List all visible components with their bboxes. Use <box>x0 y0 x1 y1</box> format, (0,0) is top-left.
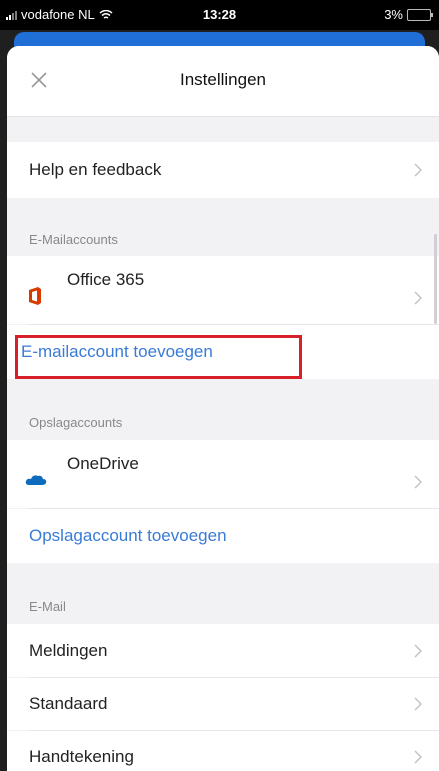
chevron-right-icon <box>414 291 423 305</box>
add-storage-account-label: Opslagaccount toevoegen <box>29 526 227 545</box>
section-header-storage-accounts: Opslagaccounts <box>29 415 123 430</box>
clock: 13:28 <box>202 7 237 22</box>
office365-account-row[interactable]: Office 365 <box>7 256 439 324</box>
default-row[interactable]: Standaard <box>7 678 439 730</box>
battery-percentage: 3% <box>384 7 403 22</box>
navigation-bar: Instellingen <box>7 46 439 117</box>
signature-row[interactable]: Handtekening <box>7 731 439 771</box>
settings-sheet: Instellingen Help en feedback E-Mailacco… <box>7 46 439 771</box>
battery-icon <box>407 8 433 21</box>
chevron-right-icon <box>414 643 423 658</box>
chevron-right-icon <box>414 750 423 764</box>
notifications-row[interactable]: Meldingen <box>7 624 439 677</box>
onedrive-label: OneDrive <box>67 454 139 473</box>
notifications-label: Meldingen <box>29 640 108 660</box>
section-header-mail-accounts: E-Mailaccounts <box>29 232 118 247</box>
office365-label: Office 365 <box>67 270 145 289</box>
office-logo-icon <box>29 287 41 305</box>
help-feedback-label: Help en feedback <box>29 160 162 179</box>
default-label: Standaard <box>29 694 108 713</box>
scrollbar[interactable] <box>434 234 437 324</box>
chevron-right-icon <box>414 697 423 711</box>
battery-status: 3% <box>384 7 433 22</box>
onedrive-account-row[interactable]: OneDrive <box>7 440 439 508</box>
chevron-right-icon <box>414 475 423 489</box>
signature-label: Handtekening <box>29 747 134 766</box>
onedrive-icon <box>25 475 47 485</box>
status-bar: vodafone NL 13:28 3% <box>0 0 439 30</box>
chevron-right-icon <box>414 163 423 177</box>
section-header-mail: E-Mail <box>29 599 66 614</box>
add-storage-account-button[interactable]: Opslagaccount toevoegen <box>7 509 439 563</box>
page-title: Instellingen <box>179 70 266 89</box>
help-feedback-row[interactable]: Help en feedback <box>7 142 439 198</box>
highlight-box <box>15 335 302 379</box>
